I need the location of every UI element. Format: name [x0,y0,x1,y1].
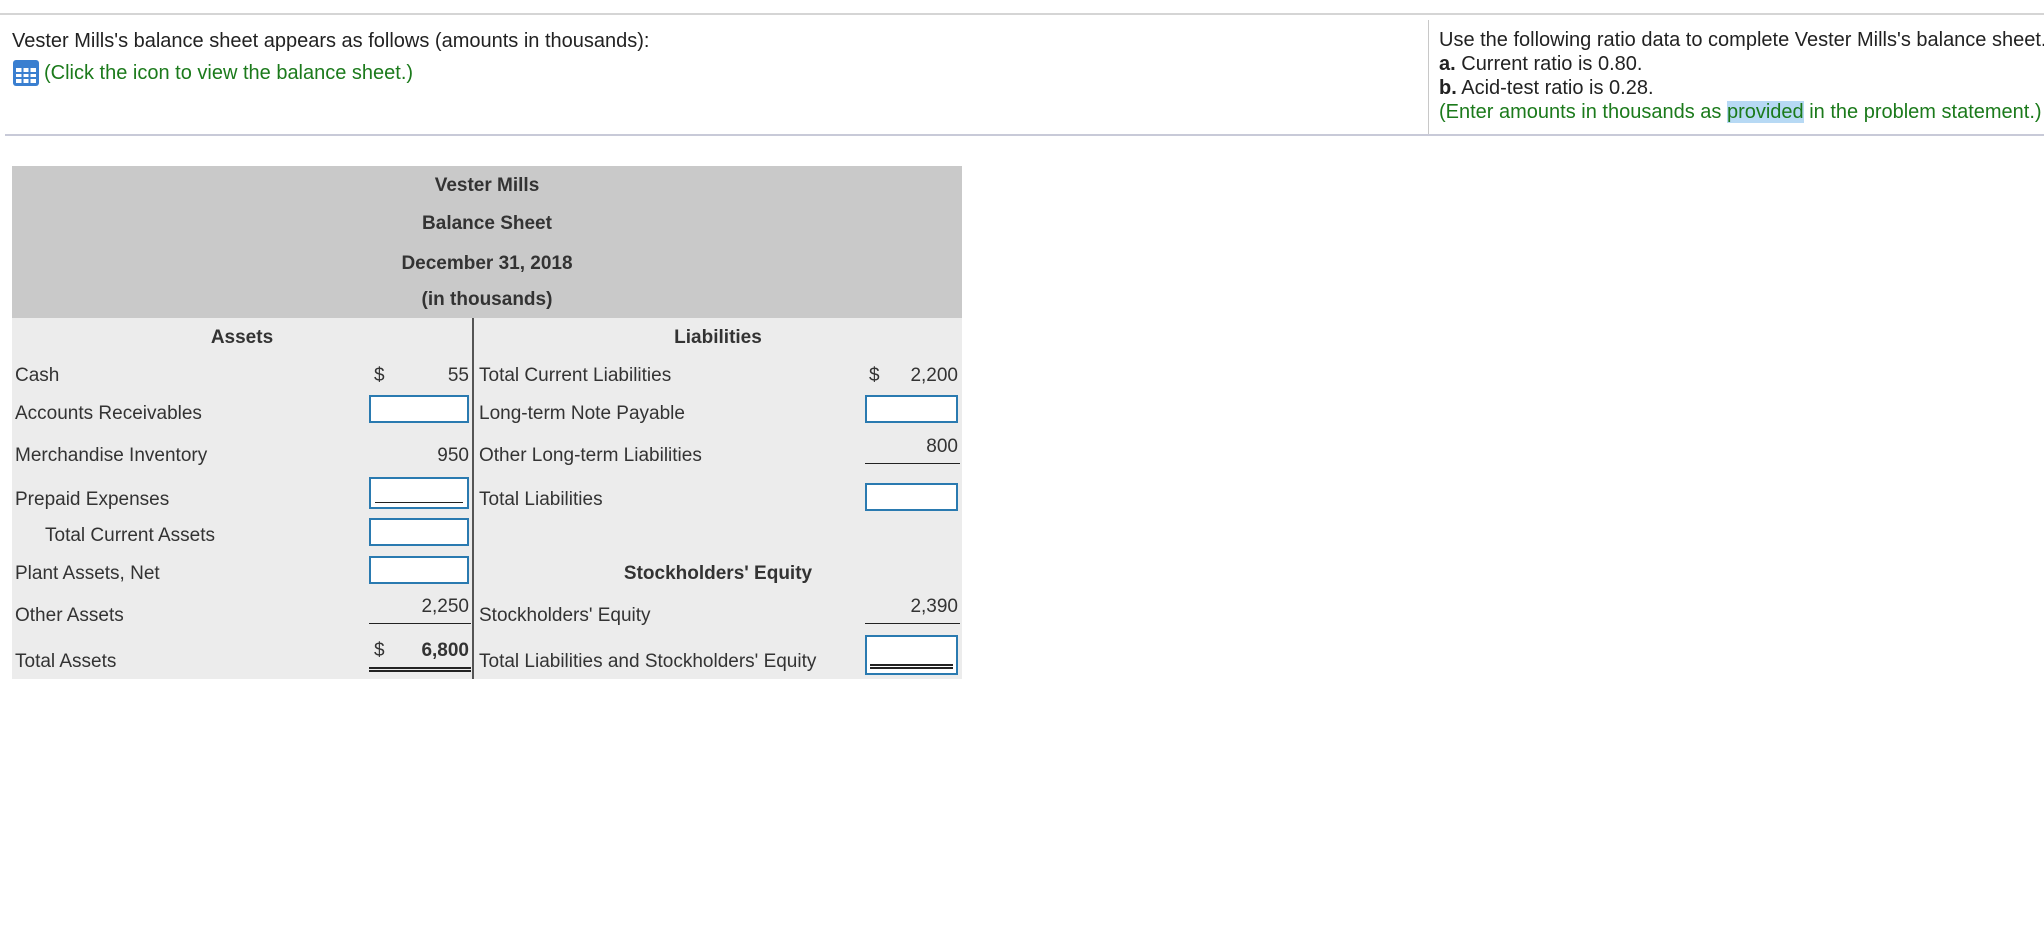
total-liabilities-label: Total Liabilities [479,489,603,510]
total-liabilities-equity-label: Total Liabilities and Stockholders' Equi… [479,651,817,672]
cash-currency: $ [374,365,385,386]
view-balance-sheet-label[interactable]: (Click the icon to view the balance shee… [44,62,413,85]
total-assets-label: Total Assets [15,651,117,672]
intro-text: Vester Mills's balance sheet appears as … [12,30,650,52]
total-liabilities-equity-input[interactable] [865,635,958,675]
total-current-assets-input[interactable] [369,518,469,546]
balance-sheet: Vester Mills Balance Sheet December 31, … [12,166,962,679]
liabilities-header: Liabilities [674,327,762,348]
cash-value: 55 [447,365,469,386]
view-balance-sheet-link[interactable]: (Click the icon to view the balance shee… [12,59,1412,87]
se-underline [865,623,960,624]
long-term-note-payable-label: Long-term Note Payable [479,403,685,424]
company-name: Vester Mills [434,175,540,196]
item-b: b. Acid-test ratio is 0.28. [1439,77,1654,99]
panel-divider [1428,20,1429,134]
total-current-liabilities-label: Total Current Liabilities [479,365,672,386]
prepaid-underline [375,502,463,503]
item-a: a. Current ratio is 0.80. [1439,53,1643,75]
instructions: Use the following ratio data to complete… [1439,28,2044,124]
statement-units: (in thousands) [421,289,553,310]
total-assets-currency: $ [374,640,385,661]
assets-header: Assets [210,327,274,348]
stockholders-equity-header: Stockholders' Equity [623,563,813,584]
column-divider [472,318,474,679]
stockholders-equity-label: Stockholders' Equity [479,605,651,626]
prepaid-expenses-label: Prepaid Expenses [15,489,170,510]
merchandise-inventory-value: 950 [437,445,469,466]
other-long-term-liabilities-label: Other Long-term Liabilities [479,445,702,466]
total-current-assets-label: Total Current Assets [45,525,216,546]
oltl-underline [865,463,960,464]
total-assets-value: 6,800 [421,640,469,661]
plant-assets-label: Plant Assets, Net [15,563,160,584]
accounts-receivables-label: Accounts Receivables [15,403,202,424]
tcl-currency: $ [869,365,880,386]
other-assets-underline [369,623,471,624]
other-long-term-liabilities-value: 800 [926,436,958,457]
other-assets-value: 2,250 [421,596,469,617]
cash-label: Cash [15,365,60,386]
statement-date: December 31, 2018 [401,253,573,274]
highlighted-word: provided [1726,101,1804,123]
long-term-note-payable-input[interactable] [865,395,958,423]
instructions-line: Use the following ratio data to complete… [1439,29,2044,51]
total-current-liabilities-value: 2,200 [910,365,958,386]
stockholders-equity-value: 2,390 [910,596,958,617]
problem-statement: Vester Mills's balance sheet appears as … [12,28,1412,87]
plant-assets-input[interactable] [369,556,469,584]
other-assets-label: Other Assets [15,605,124,626]
tlse-double-underline [870,664,953,669]
section-divider [5,134,2044,136]
merchandise-inventory-label: Merchandise Inventory [15,445,208,466]
total-liabilities-input[interactable] [865,483,958,511]
table-grid-icon[interactable] [12,59,40,87]
accounts-receivables-input[interactable] [369,395,469,423]
top-divider [0,13,2044,15]
entry-note: (Enter amounts in thousands as provided … [1439,101,2042,123]
total-assets-double-underline [369,667,471,672]
statement-title: Balance Sheet [422,213,552,234]
prepaid-expenses-input[interactable] [369,477,469,509]
